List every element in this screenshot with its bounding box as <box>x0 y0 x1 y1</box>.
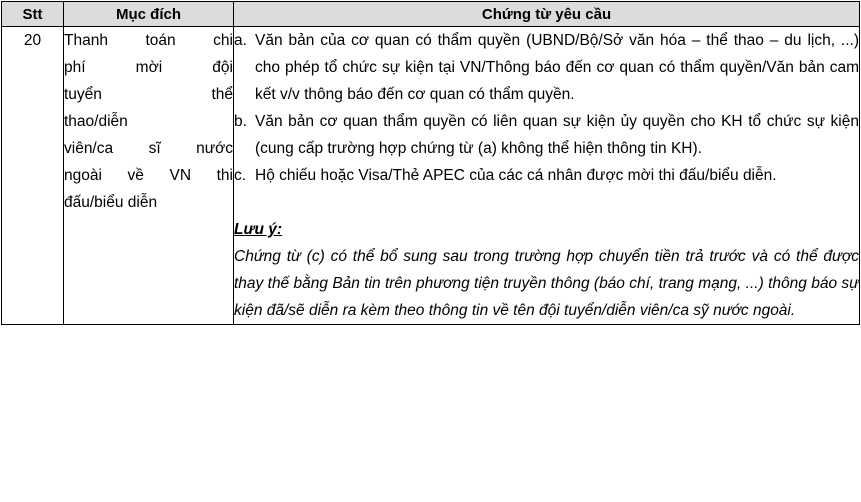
note-title: Lưu ý: <box>234 221 283 238</box>
purpose-line: Thanh toán chi <box>64 32 233 49</box>
purpose-line: phí mời đội <box>64 59 233 76</box>
header-stt: Stt <box>1 1 64 27</box>
row-stt: 20 <box>1 26 64 325</box>
header-documents: Chứng từ yêu cầu <box>233 1 860 27</box>
document-item-c: c. Hộ chiếu hoặc Visa/Thẻ APEC của các c… <box>234 162 859 189</box>
purpose-line: viên/ca sĩ nước <box>64 140 233 157</box>
purpose-line: đấu/biểu diễn <box>64 194 158 211</box>
item-marker: b. <box>234 113 247 130</box>
purpose-line: thao/diễn <box>64 113 128 130</box>
requirements-table: Stt Mục đích Chứng từ yêu cầu 20 Thanh t… <box>1 1 860 325</box>
note-text: Chứng từ (c) có thể bổ sung sau trong tr… <box>234 248 859 319</box>
purpose-line: tuyển thể <box>64 86 233 103</box>
purpose-line: ngoài về VN thi <box>64 167 233 184</box>
document-item-a: a. Văn bản của cơ quan có thẩm quyền (UB… <box>234 27 859 108</box>
document-item-b: b. Văn bản cơ quan thẩm quyền có liên qu… <box>234 108 859 162</box>
item-text: Văn bản cơ quan thẩm quyền có liên quan … <box>255 113 859 157</box>
item-marker: c. <box>234 167 247 184</box>
header-row: Stt Mục đích Chứng từ yêu cầu <box>1 1 860 27</box>
row-documents: a. Văn bản của cơ quan có thẩm quyền (UB… <box>233 26 860 325</box>
item-marker: a. <box>234 32 247 49</box>
table-row: 20 Thanh toán chi phí mời đội tuyển thể … <box>1 26 860 325</box>
header-purpose: Mục đích <box>63 1 234 27</box>
item-text: Hộ chiếu hoặc Visa/Thẻ APEC của các cá n… <box>255 167 777 184</box>
row-purpose: Thanh toán chi phí mời đội tuyển thể tha… <box>63 26 234 325</box>
item-text: Văn bản của cơ quan có thẩm quyền (UBND/… <box>255 32 859 103</box>
